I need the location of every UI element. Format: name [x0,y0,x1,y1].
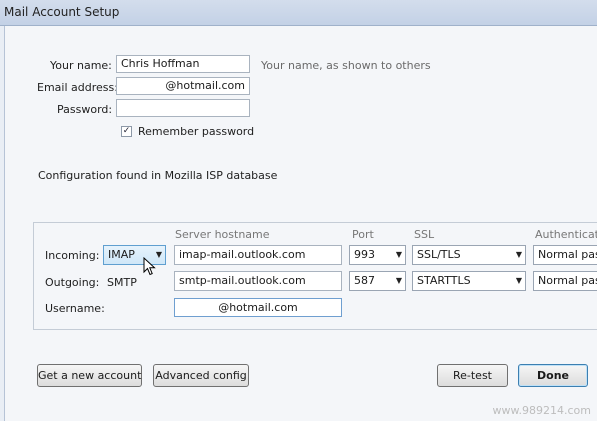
outgoing-auth-value: Normal pass [538,274,597,287]
incoming-auth-select[interactable]: Normal pass [533,245,597,265]
ssl-header: SSL [414,228,435,241]
username-label: Username: [45,302,105,315]
your-name-input[interactable]: Chris Hoffman [116,55,250,73]
outgoing-label: Outgoing: [45,276,100,289]
watermark: www.989214.com [492,404,591,417]
outgoing-port-select[interactable]: 587 ▼ [349,271,406,291]
password-label: Password: [57,103,113,116]
get-new-account-button[interactable]: Get a new account [37,364,142,387]
outgoing-port-value: 587 [354,274,375,287]
outgoing-auth-select[interactable]: Normal pass [533,271,597,291]
mouse-pointer-icon [143,257,156,276]
outgoing-protocol: SMTP [107,276,137,289]
outgoing-hostname-input[interactable]: smtp-mail.outlook.com [174,271,342,291]
your-name-label: Your name: [50,59,112,72]
retest-button[interactable]: Re-test [437,364,508,387]
chevron-down-icon: ▼ [515,276,522,285]
port-header: Port [352,228,374,241]
incoming-ssl-select[interactable]: SSL/TLS ▼ [412,245,526,265]
incoming-hostname-input[interactable]: imap-mail.outlook.com [174,245,342,265]
title-bar: Mail Account Setup [0,0,597,26]
server-hostname-header: Server hostname [175,228,270,241]
incoming-label: Incoming: [45,249,100,262]
username-input[interactable]: @hotmail.com [174,298,342,317]
config-status-message: Configuration found in Mozilla ISP datab… [38,169,278,182]
your-name-hint: Your name, as shown to others [261,59,431,72]
advanced-config-button[interactable]: Advanced config [153,364,249,387]
chevron-down-icon: ▼ [395,250,402,259]
outgoing-ssl-select[interactable]: STARTTLS ▼ [412,271,526,291]
done-button[interactable]: Done [518,364,588,387]
authentication-header: Authenticatio [535,228,597,241]
incoming-port-select[interactable]: 993 ▼ [349,245,406,265]
checkmark-icon: ✓ [122,126,131,136]
incoming-auth-value: Normal pass [538,248,597,261]
window-title: Mail Account Setup [4,5,120,19]
incoming-protocol-value: IMAP [108,248,135,261]
remember-password-checkbox[interactable]: ✓ [121,126,132,137]
password-input[interactable] [116,99,250,117]
incoming-ssl-value: SSL/TLS [417,248,461,261]
chevron-down-icon: ▼ [395,276,402,285]
remember-password-label[interactable]: Remember password [138,125,254,138]
email-address-label: Email address: [37,81,118,94]
outgoing-ssl-value: STARTTLS [417,274,471,287]
chevron-down-icon: ▼ [515,250,522,259]
email-address-input[interactable]: @hotmail.com [116,77,250,95]
incoming-port-value: 993 [354,248,375,261]
